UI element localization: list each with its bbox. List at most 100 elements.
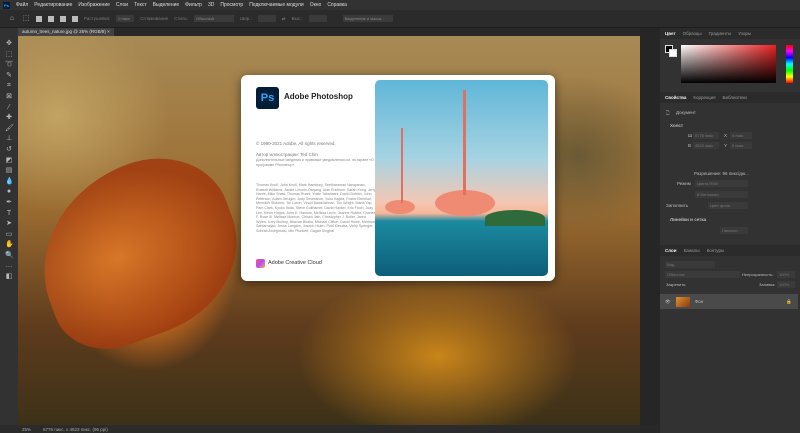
cloud-flamingo-small xyxy=(385,200,415,214)
rulers-section[interactable]: Линейки и сетка xyxy=(670,217,706,222)
antialias-checkbox[interactable]: Сглаживание xyxy=(140,16,168,21)
canvas-section[interactable]: Холст xyxy=(670,123,683,128)
menu-image[interactable]: Изображение xyxy=(78,2,110,8)
menu-file[interactable]: Файл xyxy=(16,2,28,8)
mode-label: Режим xyxy=(677,181,691,186)
crop-tool-icon[interactable]: ⌗ xyxy=(5,82,13,90)
zoom-tool-icon[interactable]: 🔍 xyxy=(5,252,13,260)
menu-plugins[interactable]: Подключаемые модули xyxy=(249,2,303,8)
type-tool-icon[interactable]: T xyxy=(5,210,13,218)
move-tool-icon[interactable]: ✥ xyxy=(5,40,13,48)
shape-tool-icon[interactable]: ▭ xyxy=(5,231,13,239)
menu-3d[interactable]: 3D xyxy=(208,2,214,8)
creative-cloud-label: Adobe Creative Cloud xyxy=(268,260,322,266)
layer-filter-input[interactable]: Вид xyxy=(665,261,715,268)
depth-select[interactable]: 8 бит/канал xyxy=(695,191,748,198)
tab-swatches[interactable]: Образцы xyxy=(683,31,702,36)
units-select[interactable]: Пиксели xyxy=(720,227,748,234)
new-selection-icon[interactable] xyxy=(36,16,42,22)
opacity-input[interactable]: 100% xyxy=(777,271,795,278)
menu-window[interactable]: Окно xyxy=(310,2,322,8)
eraser-tool-icon[interactable]: ◩ xyxy=(5,157,13,165)
document-tab[interactable]: autumn_trees_nature.jpg @ 25% (RGB/8) × xyxy=(18,28,114,36)
menu-select[interactable]: Выделение xyxy=(153,2,180,8)
legal-notice: Дополнительные сведения и правовые уведо… xyxy=(256,158,376,167)
visibility-eye-icon[interactable]: 👁 xyxy=(665,299,671,305)
tab-paths[interactable]: Контуры xyxy=(707,248,725,253)
y-input[interactable]: 0 пикс xyxy=(730,142,752,149)
style-label: Стиль: xyxy=(174,16,188,21)
path-select-icon[interactable]: ➤ xyxy=(5,220,13,228)
zoom-level[interactable]: 25% xyxy=(22,427,31,432)
blur-tool-icon[interactable]: 💧 xyxy=(5,178,13,186)
menu-help[interactable]: Справка xyxy=(327,2,347,8)
healing-tool-icon[interactable]: ✚ xyxy=(5,114,13,122)
pen-tool-icon[interactable]: ✒ xyxy=(5,199,13,207)
splash-artwork xyxy=(375,80,548,276)
layer-row[interactable]: 👁 Фон 🔒 xyxy=(660,294,798,309)
about-dialog[interactable]: Ps Adobe Photoshop © 1990-2021 Adobe. Al… xyxy=(241,75,555,281)
eyedropper-tool-icon[interactable]: ⁄ xyxy=(5,104,13,112)
marquee-preset-icon[interactable]: ⬚ xyxy=(22,15,30,23)
feather-input[interactable]: 0 пикс xyxy=(116,15,134,22)
mode-select[interactable]: Цвета RGB xyxy=(695,180,748,187)
tab-libraries[interactable]: Библиотеки xyxy=(723,95,747,100)
menu-type[interactable]: Текст xyxy=(134,2,147,8)
tab-color[interactable]: Цвет xyxy=(665,31,676,36)
brush-tool-icon[interactable]: 🖌 xyxy=(5,125,13,133)
menu-layers[interactable]: Слои xyxy=(116,2,128,8)
more-tools-icon[interactable]: … xyxy=(5,262,13,270)
tab-properties[interactable]: Свойства xyxy=(665,95,686,100)
height-input[interactable] xyxy=(309,15,327,22)
canvas-height-input[interactable]: 4523 пикс xyxy=(693,142,719,149)
gradient-tool-icon[interactable]: ▤ xyxy=(5,167,13,175)
select-mask-button[interactable]: Выделение и маска... xyxy=(343,15,393,22)
home-icon[interactable]: ⌂ xyxy=(8,15,16,23)
x-input[interactable]: 0 пикс xyxy=(730,132,752,139)
lasso-tool-icon[interactable]: ➰ xyxy=(5,61,13,69)
tab-channels[interactable]: Каналы xyxy=(684,248,700,253)
status-bar: 25% 6776 пикс. x 4523 пикс. (96 ppi) xyxy=(0,425,640,433)
layers-tabs: Слои Каналы Контуры xyxy=(660,245,800,256)
color-panel-tabs: Цвет Образцы Градиенты Узоры xyxy=(660,28,800,39)
height-label: Выс.: xyxy=(292,16,303,21)
history-brush-icon[interactable]: ↺ xyxy=(5,146,13,154)
width-input[interactable] xyxy=(258,15,276,22)
about-title: Adobe Photoshop xyxy=(284,92,353,101)
color-swatches-icon[interactable]: ◧ xyxy=(5,273,13,281)
tab-adjustments[interactable]: Коррекция xyxy=(693,95,715,100)
add-selection-icon[interactable] xyxy=(48,16,54,22)
lock-label: Закрепить: xyxy=(666,282,686,287)
hand-tool-icon[interactable]: ✋ xyxy=(5,241,13,249)
fill-opacity-input[interactable]: 100% xyxy=(777,281,795,288)
canvas-image xyxy=(18,137,261,365)
style-select[interactable]: Обычный xyxy=(194,15,234,22)
blend-mode-select[interactable]: Обычные xyxy=(665,271,740,278)
frame-tool-icon[interactable]: ⊠ xyxy=(5,93,13,101)
canvas-width-input[interactable]: 6776 пикс xyxy=(693,132,719,139)
menu-filter[interactable]: Фильтр xyxy=(185,2,202,8)
marquee-tool-icon[interactable]: ⬚ xyxy=(5,51,13,59)
fill-opacity-label: Заливка: xyxy=(759,282,776,287)
stamp-tool-icon[interactable]: ⊥ xyxy=(5,135,13,143)
tab-patterns[interactable]: Узоры xyxy=(738,31,751,36)
color-picker-field[interactable] xyxy=(681,45,776,83)
menu-view[interactable]: Просмотр xyxy=(220,2,243,8)
hue-slider[interactable] xyxy=(786,45,793,83)
lock-icon: 🔒 xyxy=(786,299,792,305)
dodge-tool-icon[interactable]: ● xyxy=(5,188,13,196)
island xyxy=(485,210,545,226)
background-color[interactable] xyxy=(669,49,677,57)
subtract-selection-icon[interactable] xyxy=(60,16,66,22)
document-label: Документ xyxy=(676,110,696,115)
menu-edit[interactable]: Редактирование xyxy=(34,2,72,8)
quick-select-tool-icon[interactable]: ✎ xyxy=(5,72,13,80)
swap-icon[interactable]: ⇄ xyxy=(282,16,286,22)
tab-gradients[interactable]: Градиенты xyxy=(709,31,732,36)
flamingo-neck xyxy=(463,90,466,195)
width-label: Шир.: xyxy=(240,16,252,21)
tab-layers[interactable]: Слои xyxy=(665,248,677,253)
fill-select[interactable]: Цвет фона xyxy=(708,202,748,209)
intersect-selection-icon[interactable] xyxy=(72,16,78,22)
layer-thumbnail xyxy=(676,297,690,307)
